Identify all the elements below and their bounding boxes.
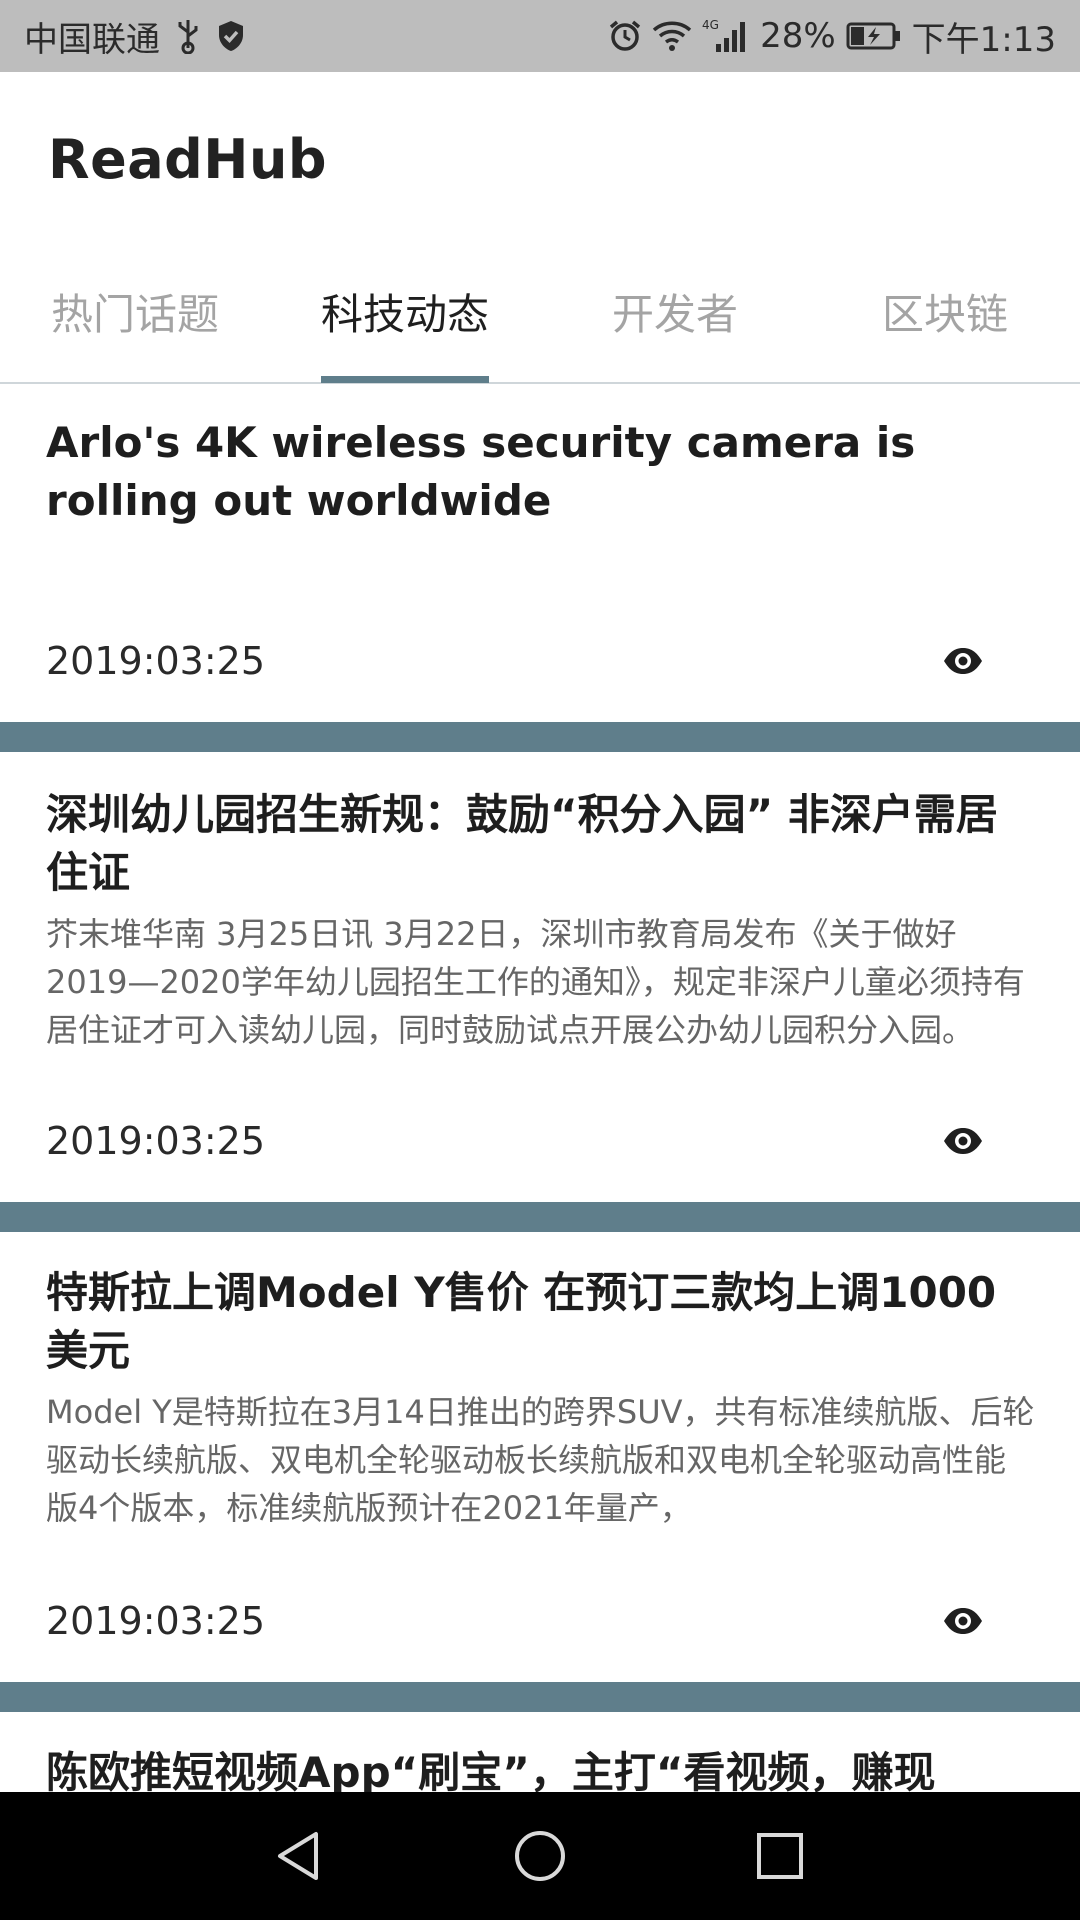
eye-icon[interactable] (940, 638, 986, 684)
tab-tech-news[interactable]: 科技动态 (270, 240, 540, 382)
wifi-icon (652, 20, 692, 52)
news-title: 陈欧推短视频App“刷宝”，主打“看视频，赚现 (46, 1748, 936, 1792)
back-icon[interactable] (260, 1816, 340, 1896)
navigation-bar (0, 1792, 1080, 1920)
screen: 中国联通 4G 28% 下午1:13 ReadHub 热门话题 科技动态 开发者… (0, 0, 1080, 1920)
battery-icon (846, 21, 902, 51)
clock: 下午1:13 (911, 19, 1056, 60)
battery-percent: 28% (760, 16, 836, 56)
tab-label: 科技动态 (320, 289, 489, 339)
tab-label: 区块链 (881, 289, 1008, 339)
eye-icon[interactable] (940, 1118, 986, 1164)
alarm-icon (608, 19, 642, 53)
news-title: 深圳幼儿园招生新规：鼓励“积分入园” 非深户需居住证 (46, 790, 998, 897)
tab-indicator (321, 376, 489, 383)
svg-text:4G: 4G (702, 18, 719, 32)
news-summary: 芥末堆华南 3月25日讯 3月22日，深圳市教育局发布《关于做好2019—202… (46, 915, 1025, 1049)
app-title: ReadHub (48, 128, 328, 191)
status-left: 中国联通 (24, 12, 246, 61)
news-summary: Model Y是特斯拉在3月14日推出的跨界SUV，共有标准续航版、后轮驱动长续… (46, 1393, 1035, 1527)
news-card[interactable]: Arlo's 4K wireless security camera is ro… (0, 384, 1080, 722)
shield-icon (216, 19, 246, 53)
card-separator (0, 722, 1080, 752)
carrier-label: 中国联通 (24, 19, 160, 60)
news-feed[interactable]: Arlo's 4K wireless security camera is ro… (0, 384, 1080, 1792)
news-date: 2019:03:25 (46, 1599, 266, 1643)
eye-icon[interactable] (940, 1598, 986, 1644)
tab-bar: 热门话题 科技动态 开发者 区块链 (0, 240, 1080, 384)
card-separator (0, 1202, 1080, 1232)
news-title: 特斯拉上调Model Y售价 在预订三款均上调1000美元 (46, 1268, 997, 1375)
news-date: 2019:03:25 (46, 639, 266, 683)
news-card[interactable]: 特斯拉上调Model Y售价 在预订三款均上调1000美元 Model Y是特斯… (0, 1232, 1080, 1682)
card-separator (0, 1682, 1080, 1712)
news-card[interactable]: 深圳幼儿园招生新规：鼓励“积分入园” 非深户需居住证 芥末堆华南 3月25日讯 … (0, 752, 1080, 1202)
signal-icon: 4G (702, 18, 750, 54)
tab-developers[interactable]: 开发者 (540, 240, 810, 382)
tab-label: 热门话题 (50, 289, 219, 339)
news-date: 2019:03:25 (46, 1119, 266, 1163)
tab-label: 开发者 (611, 289, 738, 339)
news-card[interactable]: 陈欧推短视频App“刷宝”，主打“看视频，赚现 (0, 1712, 1080, 1792)
usb-icon (174, 18, 202, 54)
recents-icon[interactable] (740, 1816, 820, 1896)
tab-blockchain[interactable]: 区块链 (810, 240, 1080, 382)
home-icon[interactable] (500, 1816, 580, 1896)
news-title: Arlo's 4K wireless security camera is ro… (46, 418, 916, 525)
status-bar: 中国联通 4G 28% 下午1:13 (0, 0, 1080, 72)
tab-hot-topics[interactable]: 热门话题 (0, 240, 270, 382)
app-bar: ReadHub (0, 72, 1080, 240)
status-right: 4G 28% 下午1:13 (608, 12, 1056, 61)
